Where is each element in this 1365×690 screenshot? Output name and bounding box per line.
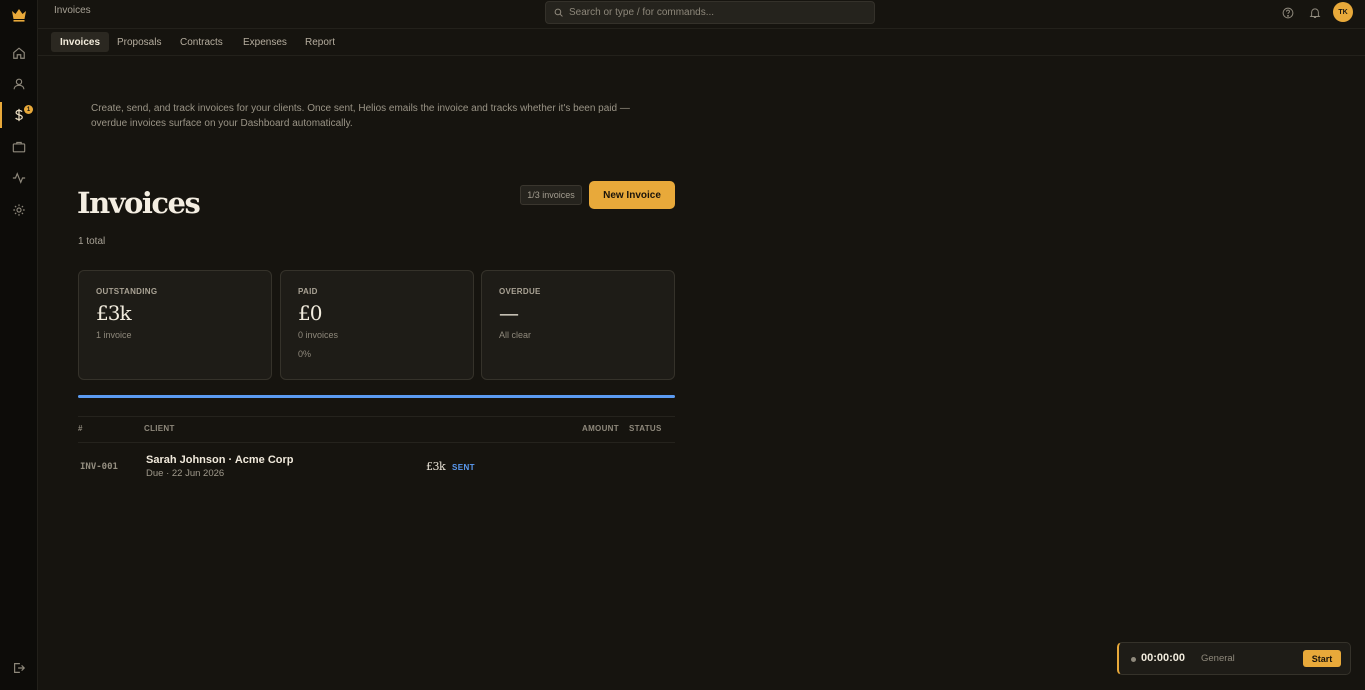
invoice-amount: £3k	[426, 460, 446, 473]
timer-start-button[interactable]: Start	[1303, 650, 1341, 667]
briefcase-icon	[12, 141, 26, 153]
invoice-quota-badge: 1/3 invoices	[520, 185, 582, 205]
progress-fill	[78, 395, 675, 398]
intro-text: Create, send, and track invoices for you…	[91, 103, 630, 129]
window-title: Invoices	[54, 5, 91, 16]
due-date: Due · 22 Jun 2026	[146, 468, 225, 479]
column-header-status[interactable]: STATUS	[629, 424, 662, 433]
column-header-amount[interactable]: AMOUNT	[582, 424, 619, 433]
sidebar-item-home[interactable]	[0, 40, 38, 66]
timer-project-label[interactable]: General	[1201, 653, 1235, 664]
total-count: 1 total	[78, 236, 106, 247]
top-bar: Invoices TK	[38, 0, 1365, 29]
user-icon	[13, 78, 25, 90]
invoice-number: INV-001	[80, 462, 118, 472]
notification-badge: 1	[24, 105, 33, 114]
bell-icon[interactable]	[1309, 6, 1321, 18]
activity-icon	[12, 172, 26, 184]
sidebar: 1	[0, 0, 38, 690]
crown-icon[interactable]	[11, 7, 27, 23]
timer-time: 00:00:00	[1141, 652, 1186, 664]
tab-report[interactable]: Report	[296, 32, 344, 52]
stat-label: PAID	[298, 287, 318, 296]
tab-bar: Invoices Proposals Contracts Expenses Re…	[38, 29, 1365, 56]
stat-sub: All clear	[499, 330, 532, 340]
page-title: Invoices	[77, 186, 201, 220]
stat-card-paid: PAID £0 0 invoices 0%	[280, 270, 474, 380]
sidebar-item-finance[interactable]: 1	[0, 102, 38, 128]
stat-sub: 0 invoices	[298, 330, 339, 340]
stat-label: OVERDUE	[499, 287, 541, 296]
tab-invoices[interactable]: Invoices	[51, 32, 110, 52]
table-row[interactable]: INV-001 Sarah Johnson · Acme Corp Due · …	[78, 443, 675, 491]
help-icon[interactable]	[1282, 6, 1294, 19]
sidebar-item-projects[interactable]	[0, 134, 38, 160]
client-name: Sarah Johnson · Acme Corp	[146, 454, 294, 466]
new-invoice-button[interactable]: New Invoice	[589, 181, 675, 209]
stat-value: £3k	[96, 301, 132, 325]
stat-percent: 0%	[298, 349, 312, 359]
stat-card-overdue: OVERDUE — All clear	[481, 270, 675, 380]
stat-label: OUTSTANDING	[96, 287, 158, 296]
avatar[interactable]: TK	[1333, 2, 1353, 22]
logout-icon[interactable]	[12, 661, 26, 675]
status-badge: SENT	[452, 463, 475, 472]
progress-bar	[78, 395, 675, 398]
stat-sub: 1 invoice	[96, 330, 132, 340]
table-header: # CLIENT AMOUNT STATUS	[78, 416, 675, 443]
sidebar-item-settings[interactable]	[0, 197, 38, 223]
command-search[interactable]	[545, 1, 875, 24]
home-icon	[13, 47, 25, 59]
tab-expenses[interactable]: Expenses	[234, 32, 296, 52]
sidebar-item-activity[interactable]	[0, 165, 38, 191]
sidebar-item-clients[interactable]	[0, 71, 38, 97]
tab-proposals[interactable]: Proposals	[108, 32, 170, 52]
stat-value: —	[499, 301, 519, 325]
time-tracker: 00:00:00 General Start	[1117, 642, 1351, 675]
stat-value: £0	[298, 301, 322, 325]
column-header-number: #	[78, 424, 83, 433]
stat-card-outstanding: OUTSTANDING £3k 1 invoice	[78, 270, 272, 380]
column-header-client[interactable]: CLIENT	[144, 424, 175, 433]
timer-status-dot	[1131, 657, 1136, 662]
gear-icon	[13, 204, 25, 216]
search-input[interactable]	[569, 7, 859, 18]
search-icon	[554, 8, 563, 17]
tab-contracts[interactable]: Contracts	[171, 32, 232, 52]
